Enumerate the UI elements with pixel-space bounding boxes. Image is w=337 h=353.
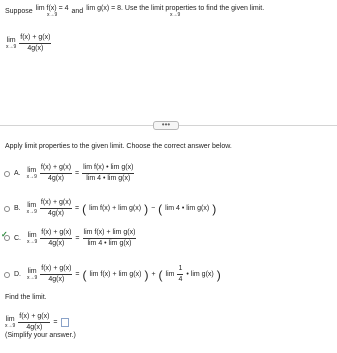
more-options-button[interactable]: ••• bbox=[153, 121, 179, 130]
option-a[interactable]: A. lim x→9 f(x) + g(x) 4g(x) = lim f(x) … bbox=[4, 164, 135, 183]
option-b[interactable]: B. lim x→9 f(x) + g(x) 4g(x) = ( lim f(x… bbox=[4, 199, 216, 218]
question-intro: Suppose bbox=[5, 8, 33, 15]
check-icon: ✓ bbox=[1, 229, 8, 239]
radio-a[interactable] bbox=[4, 170, 10, 177]
final-answer-row: lim x→9 f(x) + g(x) 4g(x) = bbox=[5, 313, 69, 332]
question-and: and bbox=[71, 8, 84, 15]
radio-b[interactable] bbox=[4, 205, 10, 212]
question-statement: Suppose lim f(x) = 4 x→9 and lim g(x) = … bbox=[5, 5, 264, 18]
instruction-text: Apply limit properties to the given limi… bbox=[5, 143, 232, 150]
answer-input[interactable] bbox=[60, 318, 69, 328]
option-d[interactable]: D. lim x→9 f(x) + g(x) 4g(x) = ( lim f(x… bbox=[4, 265, 221, 284]
limit-g: lim g(x) = 8. Use the limit properties t… bbox=[86, 5, 265, 18]
limit-f: lim f(x) = 4 x→9 bbox=[35, 5, 69, 18]
radio-d[interactable] bbox=[4, 271, 10, 278]
find-label: Find the limit. bbox=[5, 294, 47, 301]
option-c[interactable]: ✓ C. lim x→9 f(x) + g(x) 4g(x) = lim f(x… bbox=[1, 229, 137, 248]
simplify-hint: (Simplify your answer.) bbox=[5, 332, 76, 339]
target-limit: lim x→9 f(x) + g(x) 4g(x) bbox=[6, 34, 52, 53]
